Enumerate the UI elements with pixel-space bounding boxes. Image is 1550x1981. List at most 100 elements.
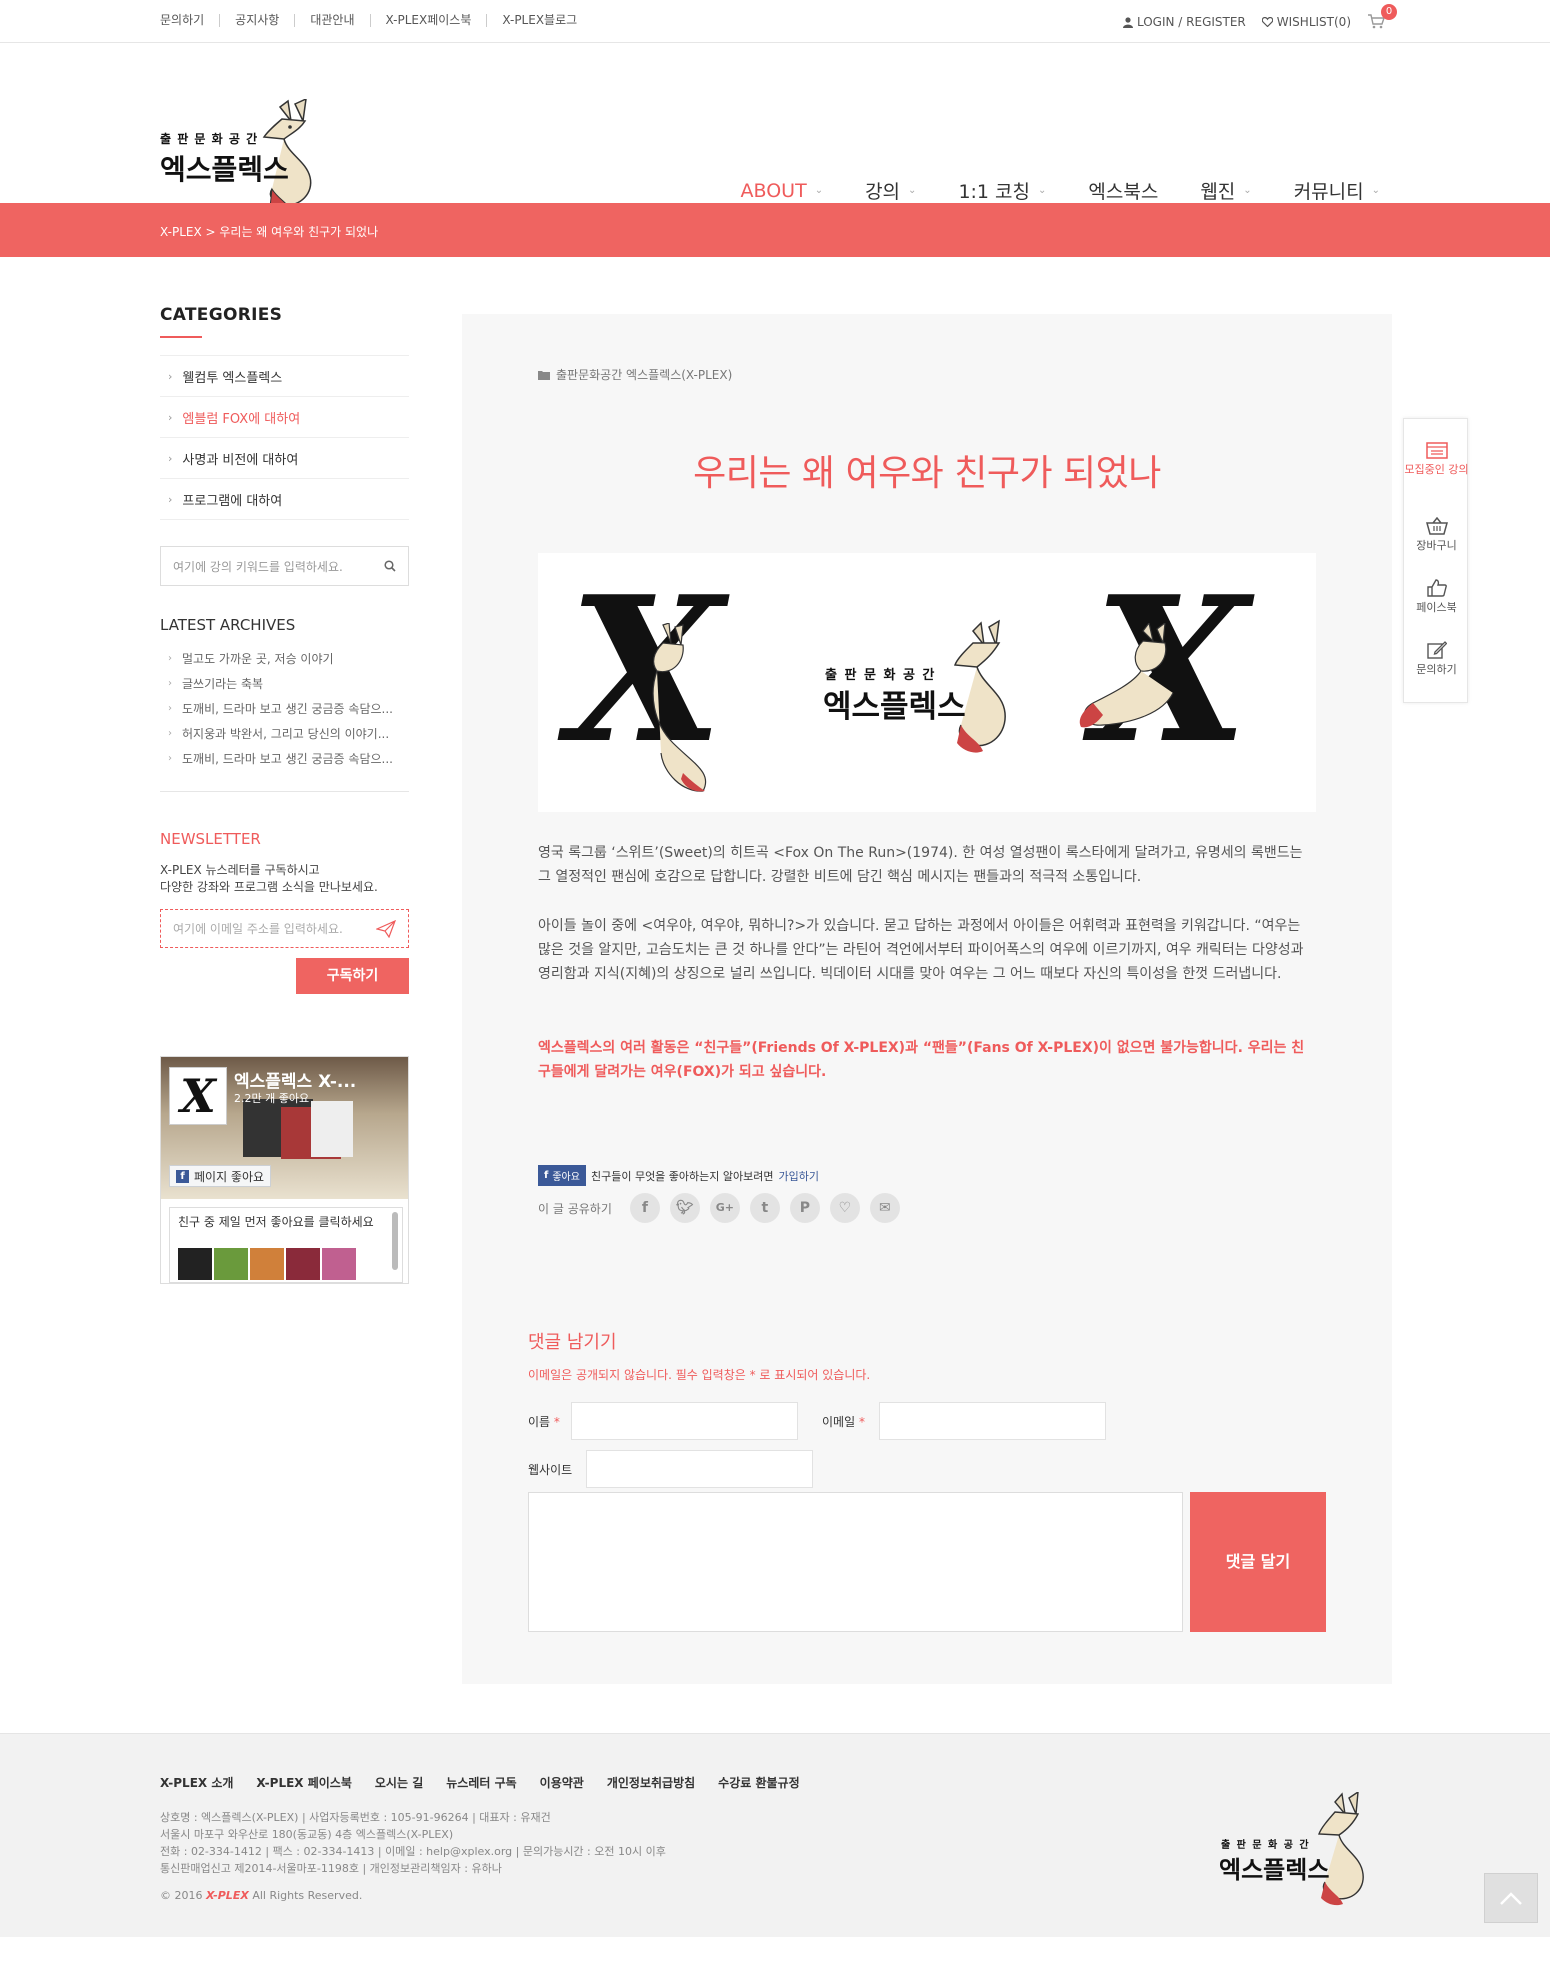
facebook-page-name[interactable]: 엑스플렉스 X-...	[234, 1067, 356, 1092]
feed-scrollbar[interactable]	[392, 1212, 398, 1270]
footer-link[interactable]: X-PLEX 페이스북	[256, 1774, 351, 1791]
quick-menu-facebook[interactable]: 페이스북	[1404, 579, 1469, 615]
company-info-line: 통신판매업신고 제2014-서울마포-1198호 | 개인정보관리책임자 : 유…	[160, 1862, 502, 1875]
email-label-text: 이메일	[822, 1415, 856, 1429]
facebook-share-icon[interactable]: f	[629, 1193, 660, 1223]
category-item[interactable]: › 엠블럼 FOX에 대하여	[160, 397, 409, 438]
main-nav: ABOUT ⌄ 강의 ⌄ 1:1 코칭 ⌄ 엑스북스 웹진 ⌄ 커뮤니티 ⌄	[699, 177, 1380, 204]
nav-about-label: ABOUT	[740, 179, 807, 202]
avatar[interactable]	[322, 1248, 356, 1280]
nav-community[interactable]: 커뮤니티 ⌄	[1294, 177, 1380, 204]
footer-link[interactable]: 이용약관	[540, 1774, 584, 1791]
avatar[interactable]	[178, 1248, 212, 1280]
facebook-join-link[interactable]: 가입하기	[779, 1168, 819, 1184]
sidebar: CATEGORIES › 웰컴투 엑스플렉스 › 엠블럼 FOX에 대하여 › 사명과…	[160, 305, 409, 994]
facebook-link[interactable]: X-PLEX페이스북	[371, 14, 488, 27]
facebook-like-button[interactable]: f 좋아요	[538, 1165, 586, 1186]
footer-link[interactable]: 뉴스레터 구독	[446, 1774, 516, 1791]
article-category-label: 출판문화공간 엑스플렉스(X-PLEX)	[556, 368, 733, 382]
avatar[interactable]	[286, 1248, 320, 1280]
facebook-page-thumbnail[interactable]: X	[169, 1067, 227, 1125]
breadcrumb-bar: X-PLEX > 우리는 왜 여우와 친구가 되었나	[0, 203, 1550, 257]
friend-avatars	[178, 1248, 356, 1280]
nav-xbooks[interactable]: 엑스북스	[1088, 177, 1158, 204]
chevron-right-icon: ›	[168, 728, 172, 739]
utility-links: 문의하기 공지사항 대관안내 X-PLEX페이스북 X-PLEX블로그	[160, 14, 592, 27]
article-highlight-paragraph: 엑스플렉스의 여러 활동은 “친구들”(Friends Of X-PLEX)과 …	[538, 1040, 1305, 1080]
email-field[interactable]	[879, 1402, 1106, 1440]
footer-link[interactable]: X-PLEX 소개	[160, 1774, 233, 1791]
nav-webzine[interactable]: 웹진 ⌄	[1200, 177, 1251, 204]
logo-big-text: 엑스플렉스	[160, 153, 289, 186]
footer-link[interactable]: 오시는 길	[375, 1774, 423, 1791]
archive-item[interactable]: › 글쓰기라는 축복	[160, 671, 409, 696]
comment-note: 이메일은 공개되지 않습니다. 필수 입력창은 * 로 표시되어 있습니다.	[528, 1368, 871, 1382]
inquiry-link[interactable]: 문의하기	[160, 14, 221, 27]
chevron-down-icon: ⌄	[814, 185, 824, 196]
article-title: 우리는 왜 여우와 친구가 되었나	[693, 453, 1161, 494]
copyright-brand: X-PLEX	[206, 1889, 249, 1902]
nav-coaching[interactable]: 1:1 코칭 ⌄	[958, 177, 1046, 204]
archive-label: 글쓰기라는 축복	[182, 677, 264, 691]
newsletter-title: NEWSLETTER	[160, 830, 261, 848]
archive-item[interactable]: › 도깨비, 드라마 보고 생긴 궁금증 속담으...	[160, 746, 409, 771]
archive-item[interactable]: › 허지웅과 박완서, 그리고 당신의 이야기...	[160, 721, 409, 746]
subscribe-button[interactable]: 구독하기	[296, 958, 409, 994]
name-label: 이름 *	[528, 1413, 560, 1430]
tumblr-share-icon[interactable]: t	[749, 1193, 780, 1223]
category-item[interactable]: › 프로그램에 대하여	[160, 479, 409, 520]
pocket-share-icon[interactable]: ♡	[829, 1193, 860, 1223]
wishlist-link[interactable]: WISHLIST(0)	[1261, 15, 1351, 29]
copyright-year: © 2016	[160, 1889, 203, 1902]
archive-item[interactable]: › 도깨비, 드라마 보고 생긴 궁금증 속담으...	[160, 696, 409, 721]
twitter-share-icon[interactable]: 🐦︎	[669, 1193, 700, 1223]
category-label: 엠블럼 FOX에 대하여	[182, 411, 301, 427]
footer-logo-big-text: 엑스플렉스	[1219, 1856, 1329, 1884]
website-field[interactable]	[586, 1450, 813, 1488]
blog-link[interactable]: X-PLEX블로그	[487, 14, 592, 27]
article-hero-image: X 출 판 문 화 공 간 엑스플렉스 X	[538, 553, 1316, 812]
newsletter-email-input[interactable]: 여기에 이메일 주소를 입력하세요.	[160, 909, 409, 948]
quick-menu-open-lectures[interactable]: 모집중인 강의	[1404, 441, 1469, 477]
google-plus-share-icon[interactable]: G+	[709, 1193, 740, 1223]
nav-about[interactable]: ABOUT ⌄	[741, 180, 824, 202]
search-input[interactable]: 여기에 강의 키워드를 입력하세요.	[160, 546, 409, 586]
category-item[interactable]: › 사명과 비전에 대하여	[160, 438, 409, 479]
footer-link[interactable]: 개인정보취급방침	[607, 1774, 695, 1791]
notice-link[interactable]: 공지사항	[220, 14, 296, 27]
rental-link[interactable]: 대관안내	[295, 14, 371, 27]
footer-logo[interactable]: 출 판 문 화 공 간 엑스플렉스	[1215, 1792, 1390, 1912]
company-info-line: 서울시 마포구 와우산로 180(동교동) 4층 엑스플렉스(X-PLEX)	[160, 1828, 454, 1841]
chevron-right-icon: ›	[168, 678, 172, 689]
email-label: 이메일 *	[822, 1413, 865, 1430]
chevron-right-icon: ›	[168, 451, 173, 465]
submit-comment-button[interactable]: 댓글 달기	[1190, 1492, 1326, 1632]
nav-lectures[interactable]: 강의 ⌄	[865, 177, 916, 204]
category-label: 프로그램에 대하여	[182, 493, 283, 509]
email-share-icon[interactable]: ✉	[869, 1193, 900, 1223]
quick-menu-cart[interactable]: 장바구니	[1404, 517, 1469, 553]
search-icon[interactable]	[384, 560, 396, 572]
facebook-feed-text: 친구 중 제일 먼저 좋아요를 클릭하세요	[178, 1215, 374, 1229]
newsletter-placeholder: 여기에 이메일 주소를 입력하세요.	[173, 922, 343, 936]
avatar[interactable]	[214, 1248, 248, 1280]
facebook-page-like-button[interactable]: f 페이지 좋아요	[169, 1165, 272, 1187]
article-category[interactable]: 출판문화공간 엑스플렉스(X-PLEX)	[538, 366, 732, 383]
breadcrumb[interactable]: X-PLEX > 우리는 왜 여우와 친구가 되었나	[160, 223, 378, 240]
facebook-page-widget[interactable]: X 엑스플렉스 X-... 2.2만 개 좋아요 f 페이지 좋아요 친구 중 …	[160, 1056, 409, 1284]
account-links: LOGIN / REGISTER WISHLIST(0) 0	[1107, 4, 1397, 30]
archive-item[interactable]: › 멀고도 가까운 곳, 저승 이야기	[160, 646, 409, 671]
chevron-down-icon: ⌄	[1243, 185, 1252, 196]
category-item[interactable]: › 웰컴투 엑스플렉스	[160, 356, 409, 397]
back-to-top-button[interactable]	[1484, 1873, 1538, 1923]
quick-menu-inquiry[interactable]: 문의하기	[1404, 641, 1469, 677]
avatar[interactable]	[250, 1248, 284, 1280]
pinterest-share-icon[interactable]: P	[789, 1193, 820, 1223]
comment-textarea[interactable]	[528, 1492, 1183, 1632]
calendar-icon	[1425, 442, 1448, 459]
name-field[interactable]	[571, 1402, 798, 1440]
login-register-link[interactable]: LOGIN / REGISTER	[1122, 15, 1246, 29]
name-label-text: 이름	[528, 1415, 551, 1429]
cart-button[interactable]: 0	[1367, 4, 1397, 30]
footer-link[interactable]: 수강료 환불규정	[718, 1774, 799, 1791]
